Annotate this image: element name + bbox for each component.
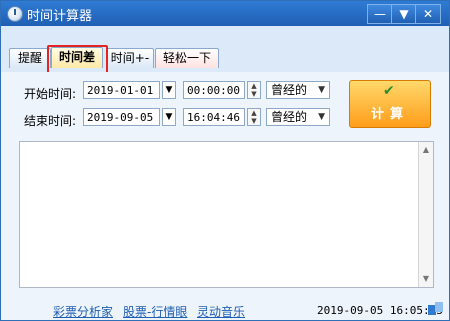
- end-date-dropdown[interactable]: ▼: [162, 108, 176, 126]
- restore-button[interactable]: ▼: [391, 4, 417, 24]
- tab-relax[interactable]: 轻松一下: [155, 48, 219, 68]
- scroll-down-icon[interactable]: ▼: [421, 274, 431, 284]
- vertical-scrollbar[interactable]: ▲ ▼: [418, 142, 433, 287]
- chevron-down-icon: ▼: [318, 85, 325, 95]
- tab-time-add-subtract[interactable]: 时间+-: [106, 48, 154, 68]
- start-time-field[interactable]: 00:00:00: [183, 81, 245, 99]
- spin-down-icon[interactable]: ▼: [250, 118, 258, 125]
- chevron-down-icon: ▼: [165, 112, 173, 122]
- chevron-down-icon: ▼: [165, 85, 173, 95]
- end-mode-select[interactable]: 曾经的 ▼: [266, 108, 330, 126]
- clock-icon: [7, 6, 23, 22]
- start-time-label: 开始时间:: [24, 87, 77, 101]
- end-mode-value: 曾经的: [271, 110, 308, 124]
- start-time-spinner[interactable]: ▲ ▼: [247, 81, 261, 99]
- spin-up-icon[interactable]: ▲: [250, 83, 258, 90]
- music-link[interactable]: 灵动音乐: [197, 303, 245, 320]
- end-time-field[interactable]: 16:04:46: [183, 108, 245, 126]
- tab-reminder[interactable]: 提醒: [9, 48, 51, 68]
- calculate-label: 计算: [370, 107, 409, 122]
- spin-up-icon[interactable]: ▲: [250, 110, 258, 117]
- windows-icon[interactable]: [428, 302, 444, 316]
- app-window: 时间计算器 — ▼ ✕ 提醒 时间差 时间+- 轻松一下 开始时间: 2019-…: [0, 0, 450, 321]
- lottery-analyst-link[interactable]: 彩票分析家: [53, 303, 113, 320]
- end-date-field[interactable]: 2019-09-05: [83, 108, 160, 126]
- current-datetime: 2019-09-05 16:05:33: [317, 304, 443, 317]
- start-date-field[interactable]: 2019-01-01: [83, 81, 160, 99]
- scroll-up-icon[interactable]: ▲: [421, 145, 431, 155]
- start-mode-select[interactable]: 曾经的 ▼: [266, 81, 330, 99]
- spin-down-icon[interactable]: ▼: [250, 91, 258, 98]
- minimize-button[interactable]: —: [367, 4, 393, 24]
- close-button[interactable]: ✕: [415, 4, 441, 24]
- selection-highlight: [47, 45, 108, 74]
- start-mode-value: 曾经的: [271, 83, 308, 97]
- calculate-button[interactable]: ✔ 计算: [349, 80, 431, 128]
- check-icon: ✔: [383, 83, 395, 99]
- result-textarea[interactable]: ▲ ▼: [19, 141, 434, 288]
- window-title: 时间计算器: [27, 9, 93, 24]
- end-time-label: 结束时间:: [24, 114, 77, 128]
- title-bar[interactable]: 时间计算器 — ▼ ✕: [1, 1, 449, 26]
- stock-market-link[interactable]: 股票-行情眼: [123, 303, 187, 320]
- end-time-spinner[interactable]: ▲ ▼: [247, 108, 261, 126]
- start-date-dropdown[interactable]: ▼: [162, 81, 176, 99]
- chevron-down-icon: ▼: [318, 112, 325, 122]
